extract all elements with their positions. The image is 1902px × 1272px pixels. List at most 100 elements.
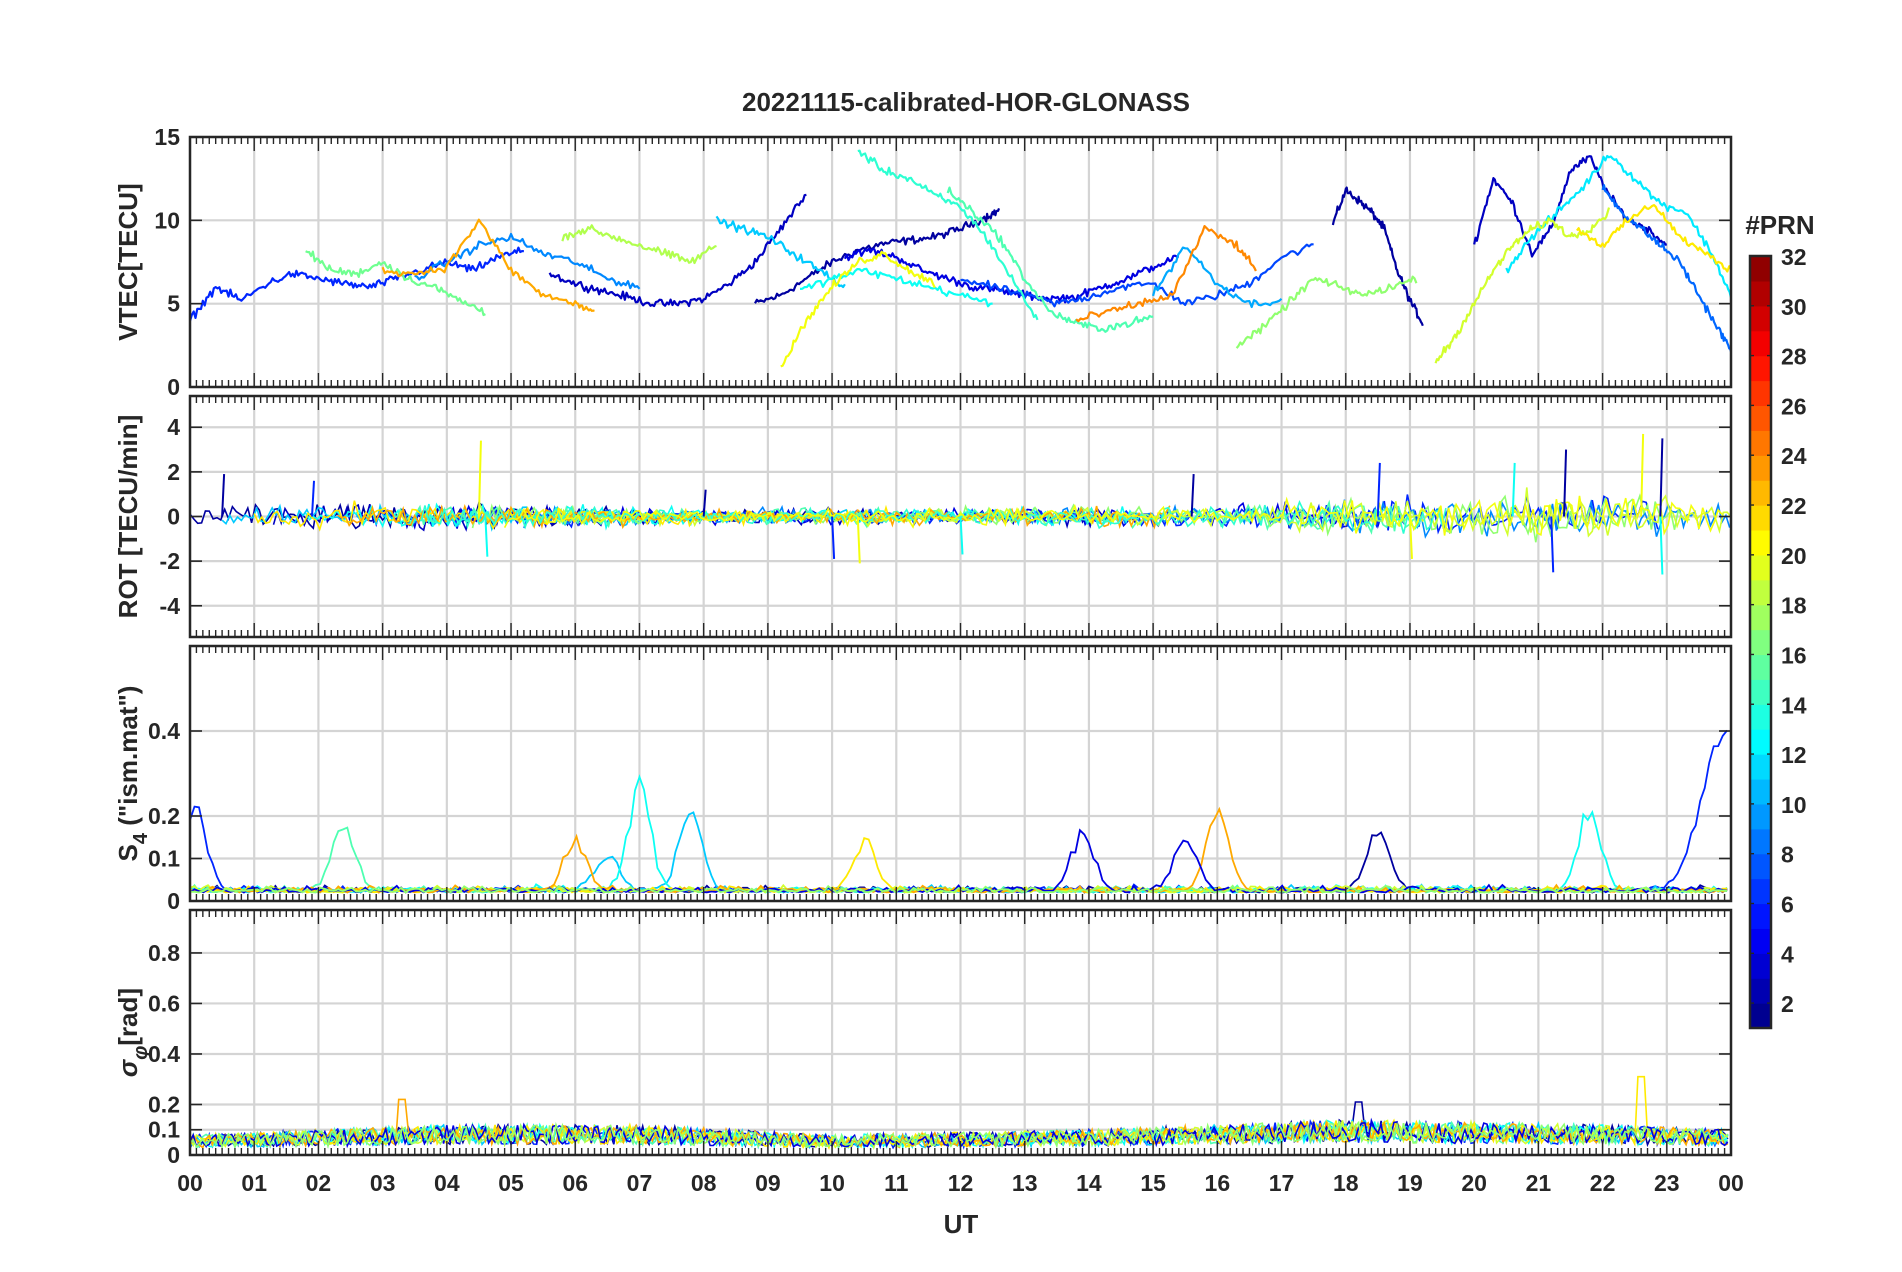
ylabel-sigma_phi: σφ[rad] bbox=[113, 988, 152, 1077]
series-sigma_phi bbox=[190, 1075, 1729, 1151]
ylabel-rest: ("ism.mat") bbox=[113, 686, 143, 833]
x-axis-label: UT bbox=[944, 1209, 979, 1239]
ylabel-main: S bbox=[113, 844, 143, 861]
ytick-label-sigma_phi: 0.1 bbox=[148, 1117, 180, 1143]
ytick-label-rot: 4 bbox=[167, 414, 180, 440]
colorbar-swatch bbox=[1750, 554, 1771, 581]
colorbar-swatch bbox=[1750, 778, 1771, 805]
colorbar-tick-label: 10 bbox=[1781, 792, 1807, 818]
ylabel-rot: ROT [TECU/min] bbox=[113, 415, 143, 619]
rot-spike bbox=[1640, 433, 1645, 517]
grid-s4 bbox=[188, 646, 1733, 903]
ytick-label-s4: 0.4 bbox=[148, 718, 180, 744]
colorbar-tick-label: 6 bbox=[1781, 891, 1794, 917]
colorbar-tick-label: 12 bbox=[1781, 742, 1807, 768]
xtick-label: 22 bbox=[1590, 1170, 1616, 1196]
xtick-label: 09 bbox=[755, 1170, 781, 1196]
colorbar-tick-label: 14 bbox=[1781, 692, 1807, 718]
xtick-label: 20 bbox=[1461, 1170, 1487, 1196]
colorbar-tick-label: 32 bbox=[1781, 244, 1807, 270]
colorbar-swatch bbox=[1750, 928, 1771, 954]
colorbar-swatch bbox=[1750, 305, 1771, 332]
colorbar-swatch bbox=[1750, 704, 1771, 730]
ytick-label-sigma_phi: 0 bbox=[167, 1142, 180, 1168]
colorbar-tick-label: 8 bbox=[1781, 842, 1794, 868]
vtec-series-prn-23 bbox=[381, 218, 595, 312]
rot-spike bbox=[856, 516, 861, 564]
colorbar-tick-label: 22 bbox=[1781, 493, 1807, 519]
xtick-label: 00 bbox=[1718, 1170, 1744, 1196]
colorbar-swatch bbox=[1750, 256, 1771, 282]
colorbar-swatch bbox=[1750, 654, 1771, 680]
xtick-label: 05 bbox=[498, 1170, 524, 1196]
colorbar-tick-label: 24 bbox=[1781, 443, 1807, 469]
colorbar-swatch bbox=[1750, 953, 1771, 979]
figure-canvas: 20221115-calibrated-HOR-GLONASS 051015VT… bbox=[113, 87, 1815, 1239]
xtick-label: 16 bbox=[1205, 1170, 1231, 1196]
colorbar-swatch bbox=[1750, 480, 1771, 506]
panel-rot: -4 -2 0 2 4 ROT [TECU/min] bbox=[113, 394, 1733, 639]
colorbar: 2468101214161820222426283032 bbox=[1748, 244, 1807, 1030]
s4-series-prn-13 bbox=[190, 774, 1728, 894]
colorbar-tick-label: 30 bbox=[1781, 294, 1807, 320]
xtick-label: 06 bbox=[562, 1170, 588, 1196]
xtick-label: 23 bbox=[1654, 1170, 1680, 1196]
xtick-label: 21 bbox=[1526, 1170, 1552, 1196]
colorbar-swatch bbox=[1750, 604, 1771, 631]
colorbar-swatch bbox=[1750, 878, 1771, 905]
xtick-label: 00 bbox=[177, 1170, 203, 1196]
colorbar-swatch bbox=[1750, 754, 1771, 780]
colorbar-swatch bbox=[1750, 729, 1771, 755]
s4-series-prn-6 bbox=[190, 729, 1728, 894]
colorbar-swatch bbox=[1750, 853, 1771, 880]
colorbar-swatch bbox=[1750, 380, 1771, 407]
xtick-label: 07 bbox=[627, 1170, 653, 1196]
panel-s4: 0 0.1 0.2 0.4S4 ("ism.mat") bbox=[113, 644, 1733, 914]
xtick-label: 12 bbox=[948, 1170, 974, 1196]
ylabel-s4: S4 ("ism.mat") bbox=[113, 686, 152, 862]
ylabel-main: σ bbox=[113, 1058, 143, 1077]
colorbar-swatch bbox=[1750, 280, 1771, 307]
vtec-series-prn-17 bbox=[1235, 275, 1418, 349]
colorbar-tick-label: 16 bbox=[1781, 642, 1807, 668]
colorbar-tick-label: 28 bbox=[1781, 344, 1807, 370]
xtick-label: 04 bbox=[434, 1170, 460, 1196]
colorbar-swatch bbox=[1750, 505, 1771, 531]
rot-spike bbox=[310, 480, 315, 517]
colorbar-swatch bbox=[1750, 579, 1771, 606]
series-s4 bbox=[190, 729, 1728, 894]
colorbar-swatch bbox=[1750, 430, 1771, 456]
ytick-label-rot: -2 bbox=[160, 548, 180, 574]
colorbar-swatch bbox=[1750, 529, 1771, 556]
ylabel-subscript: φ bbox=[130, 1046, 152, 1060]
ytick-label-sigma_phi: 0.2 bbox=[148, 1091, 180, 1117]
ytick-label-sigma_phi: 0.6 bbox=[148, 990, 180, 1016]
colorbar-tick-label: 2 bbox=[1781, 991, 1794, 1017]
ytick-label-s4: 0.2 bbox=[148, 803, 180, 829]
ytick-label-vtec: 5 bbox=[167, 291, 180, 317]
grid-sigma_phi bbox=[188, 910, 1733, 1157]
xtick-label: 18 bbox=[1333, 1170, 1359, 1196]
panels: 051015VTEC[TECU]-4-2024ROT [TECU/min]00.… bbox=[113, 124, 1744, 1196]
ytick-label-sigma_phi: 0.8 bbox=[148, 940, 180, 966]
xtick-label: 03 bbox=[370, 1170, 396, 1196]
s4-series-prn-2 bbox=[190, 831, 1728, 894]
ytick-label-rot: -4 bbox=[160, 593, 181, 619]
xtick-label: 17 bbox=[1269, 1170, 1295, 1196]
panel-vtec: 0 5 10 15 VTEC[TECU] bbox=[113, 124, 1733, 400]
xtick-label: 02 bbox=[306, 1170, 332, 1196]
xtick-label: 01 bbox=[241, 1170, 267, 1196]
xtick-label: 13 bbox=[1012, 1170, 1038, 1196]
colorbar-swatch bbox=[1750, 828, 1771, 855]
colorbar-swatch bbox=[1750, 978, 1771, 1004]
xtick-label: 14 bbox=[1076, 1170, 1102, 1196]
ytick-label-s4: 0.1 bbox=[148, 846, 180, 872]
colorbar-swatch bbox=[1750, 803, 1771, 830]
s4-series-prn-15 bbox=[190, 826, 1728, 894]
colorbar-tick-label: 18 bbox=[1781, 593, 1807, 619]
colorbar-swatch bbox=[1750, 629, 1771, 656]
xtick-label: 19 bbox=[1397, 1170, 1423, 1196]
ytick-label-vtec: 0 bbox=[167, 374, 180, 400]
colorbar-swatch bbox=[1750, 455, 1771, 481]
colorbar-swatch bbox=[1750, 1003, 1771, 1029]
